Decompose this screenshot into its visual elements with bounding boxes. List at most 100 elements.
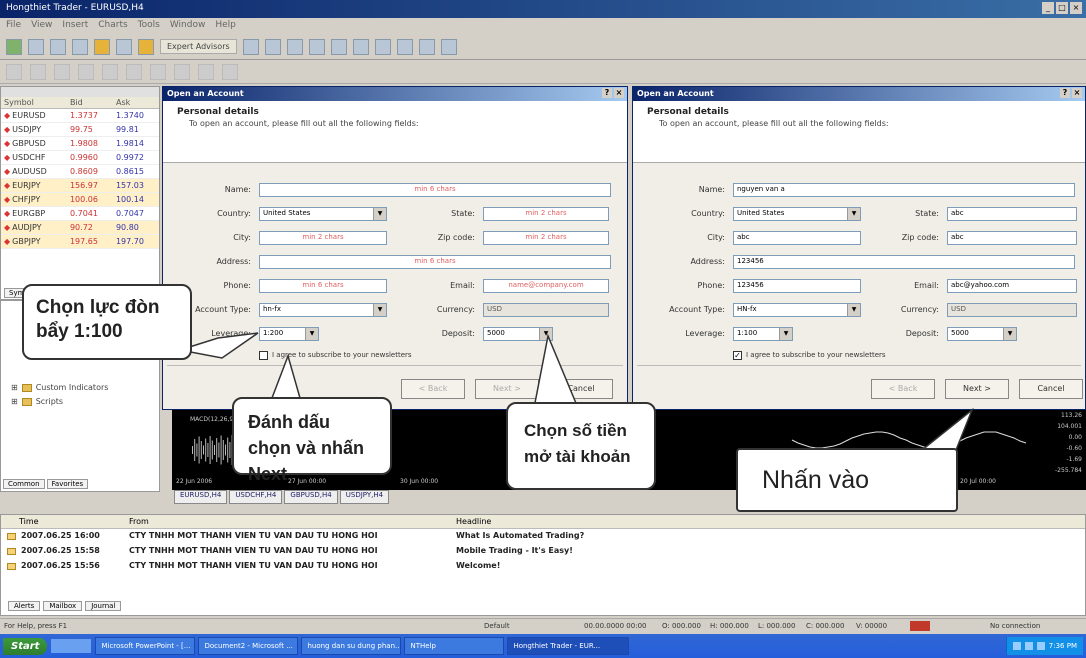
country-select[interactable]: United States (733, 207, 861, 221)
tray-security-icon[interactable] (1036, 642, 1045, 650)
newsletter-checkbox[interactable]: ✓ (733, 351, 742, 360)
symbol-row[interactable]: ◆ GBPUSD 1.9808 1.9814 (1, 136, 159, 151)
city-field[interactable]: abc (733, 231, 861, 245)
terminal-icon[interactable] (94, 38, 110, 55)
candle-chart-icon[interactable] (264, 38, 281, 55)
fibonacci-icon[interactable] (150, 63, 166, 80)
line-chart-icon[interactable] (286, 38, 303, 55)
nav-item-custom-indicators[interactable]: ⊞ Custom Indicators (11, 383, 108, 392)
deposit-select[interactable]: 5000 (947, 327, 1017, 341)
expand-icon[interactable]: ⊞ (11, 397, 18, 406)
symbol-row[interactable]: ◆ USDJPY 99.75 99.81 (1, 122, 159, 137)
expert-advisors-button[interactable]: Expert Advisors (160, 39, 237, 54)
bar-chart-icon[interactable] (242, 38, 259, 55)
name-field[interactable]: min 6 chars (259, 183, 611, 197)
symbol-row[interactable]: ◆ AUDUSD 0.8609 0.8615 (1, 164, 159, 179)
indicators-icon[interactable] (396, 38, 413, 55)
symbol-row[interactable]: ◆ EURGBP 0.7041 0.7047 (1, 206, 159, 221)
tray-network-icon[interactable] (1012, 642, 1021, 650)
taskbar-task[interactable]: Document2 - Microsoft ... (198, 637, 299, 655)
text-icon[interactable] (174, 63, 190, 80)
newsletter-checkbox[interactable] (259, 351, 268, 360)
templates-icon[interactable] (440, 38, 457, 55)
taskbar-task[interactable]: huong dan su dung phan... (301, 637, 402, 655)
symbol-row[interactable]: ◆ AUDJPY 90.72 90.80 (1, 220, 159, 235)
cancel-button[interactable]: Cancel (549, 379, 613, 399)
terminal-tab[interactable]: Alerts (8, 601, 41, 611)
account-type-select[interactable]: HN-fx (733, 303, 861, 317)
next-button[interactable]: Next > (945, 379, 1009, 399)
zip-field[interactable]: min 2 chars (483, 231, 609, 245)
chart-tab[interactable]: GBPUSD,H4 (284, 490, 338, 504)
terminal-tab[interactable]: Mailbox (43, 601, 83, 611)
minimize-icon[interactable]: _ (1042, 2, 1054, 14)
symbol-row[interactable]: ◆ EURUSD 1.3737 1.3740 (1, 108, 159, 123)
maximize-icon[interactable]: □ (1056, 2, 1068, 14)
terminal-tab[interactable]: Journal (85, 601, 122, 611)
menu-tools[interactable]: Tools (138, 20, 160, 32)
back-button[interactable]: < Back (401, 379, 465, 399)
chart-tab[interactable]: EURUSD,H4 (174, 490, 228, 504)
menu-charts[interactable]: Charts (98, 20, 127, 32)
menu-file[interactable]: File (6, 20, 21, 32)
periods-icon[interactable] (418, 38, 435, 55)
nav-item-scripts[interactable]: ⊞ Scripts (11, 397, 63, 406)
name-field[interactable]: nguyen van a (733, 183, 1075, 197)
symbol-row[interactable]: ◆ EURJPY 156.97 157.03 (1, 178, 159, 193)
next-button[interactable]: Next > (475, 379, 539, 399)
help-icon[interactable]: ? (602, 88, 612, 98)
new-order-icon[interactable] (116, 38, 132, 55)
country-select[interactable]: United States (259, 207, 387, 221)
deposit-select[interactable]: 5000 (483, 327, 553, 341)
taskbar-task[interactable]: NTHelp (404, 637, 505, 655)
close-icon[interactable]: × (1072, 88, 1082, 98)
label-icon[interactable] (198, 63, 214, 80)
address-field[interactable]: 123456 (733, 255, 1075, 269)
phone-field[interactable]: 123456 (733, 279, 861, 293)
cursor-icon[interactable] (6, 63, 22, 80)
zoom-in-icon[interactable] (308, 38, 325, 55)
col-from[interactable]: From (129, 517, 149, 526)
trendline-icon[interactable] (102, 63, 118, 80)
mailbox-row[interactable]: 2007.06.25 16:00 CTY TNHH MOT THANH VIEN … (1, 529, 1085, 544)
mailbox-row[interactable]: 2007.06.25 15:58 CTY TNHH MOT THANH VIEN … (1, 544, 1085, 559)
new-chart-icon[interactable] (6, 38, 22, 55)
chart-tab[interactable]: USDJPY,H4 (339, 490, 390, 504)
zip-field[interactable]: abc (947, 231, 1077, 245)
col-headline[interactable]: Headline (456, 517, 491, 526)
taskbar-task[interactable]: Hongthiet Trader - EUR... (507, 637, 630, 655)
crosshair-icon[interactable] (30, 63, 46, 80)
arrows-icon[interactable] (222, 63, 238, 80)
expand-icon[interactable]: ⊞ (11, 383, 18, 392)
email-field[interactable]: abc@yahoo.com (947, 279, 1077, 293)
address-field[interactable]: min 6 chars (259, 255, 611, 269)
start-button[interactable]: Start (3, 637, 48, 655)
symbol-row[interactable]: ◆ CHFJPY 100.06 100.14 (1, 192, 159, 207)
menu-help[interactable]: Help (215, 20, 236, 32)
horizontal-line-icon[interactable] (78, 63, 94, 80)
state-field[interactable]: abc (947, 207, 1077, 221)
email-field[interactable]: name@company.com (483, 279, 609, 293)
col-symbol[interactable]: Symbol (1, 97, 67, 109)
close-icon[interactable]: × (1070, 2, 1082, 14)
navigator-tab[interactable]: Favorites (46, 479, 89, 489)
tray-volume-icon[interactable] (1024, 642, 1033, 650)
account-type-select[interactable]: hn-fx (259, 303, 387, 317)
col-bid[interactable]: Bid (66, 97, 113, 109)
vertical-line-icon[interactable] (54, 63, 70, 80)
metaeditor-icon[interactable] (138, 38, 154, 55)
market-watch-icon[interactable] (50, 38, 66, 55)
back-button[interactable]: < Back (871, 379, 935, 399)
help-icon[interactable]: ? (1060, 88, 1070, 98)
menu-insert[interactable]: Insert (62, 20, 88, 32)
mailbox-row[interactable]: 2007.06.25 15:56 CTY TNHH MOT THANH VIEN … (1, 559, 1085, 574)
taskbar-task[interactable]: Microsoft PowerPoint - [... (95, 637, 196, 655)
symbol-row[interactable]: ◆ USDCHF 0.9960 0.9972 (1, 150, 159, 165)
cancel-button[interactable]: Cancel (1019, 379, 1083, 399)
close-icon[interactable]: × (614, 88, 624, 98)
tile-icon[interactable] (352, 38, 369, 55)
leverage-select[interactable]: 1:200 (259, 327, 319, 341)
menu-window[interactable]: Window (170, 20, 206, 32)
phone-field[interactable]: min 6 chars (259, 279, 387, 293)
quick-launch-icon[interactable] (51, 639, 92, 653)
